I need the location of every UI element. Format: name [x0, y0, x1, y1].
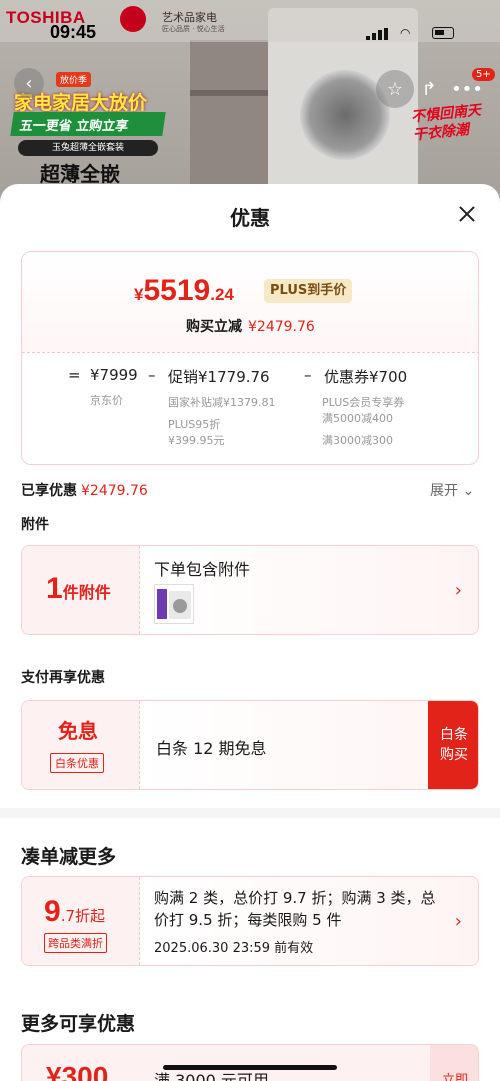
wifi-icon: ◠ — [400, 26, 411, 40]
jd-price: ¥7999 — [90, 366, 138, 384]
shop-logo — [120, 6, 146, 32]
dryer-thumbnail-image — [169, 591, 191, 619]
coupon-deduction: 优惠券¥700 — [324, 366, 407, 387]
enjoyed-amount: ¥2479.76 — [81, 483, 148, 499]
coupon-detail: PLUS会员专享券 — [322, 396, 405, 409]
promo-label: 促销 — [168, 368, 199, 386]
signal-icon — [366, 28, 390, 40]
discount-rate: 9.7折起 — [44, 895, 105, 929]
button-line: 购买 — [440, 747, 468, 763]
share-icon[interactable]: ↱ — [410, 70, 448, 108]
accessory-info: 下单包含附件 — [140, 546, 478, 634]
baitiao-tag: 白条优惠 — [50, 753, 104, 773]
discount-rule: 购满 2 类，总价打 9.7 折；购满 3 类，总价打 9.5 折；每类限购 5… — [154, 889, 436, 929]
coupon-detail: 满3000减300 — [322, 434, 393, 447]
home-indicator[interactable] — [163, 1065, 337, 1070]
enjoyed-label: 已享优惠 — [21, 483, 77, 499]
discount-number: 9 — [44, 895, 61, 928]
message-count-badge: 5+ — [472, 68, 495, 81]
shop-name: 艺术品家电 — [162, 11, 217, 24]
accessory-number: 1 — [46, 572, 63, 605]
accessory-section-title: 附件 — [21, 517, 49, 533]
promo-amount: ¥1779.76 — [198, 368, 270, 386]
final-price: ¥5519.24 — [134, 274, 234, 308]
close-icon[interactable] — [454, 202, 480, 228]
chevron-right-icon: › — [454, 911, 462, 932]
button-line: 白条 — [440, 727, 468, 743]
discount-unit: .7折起 — [60, 907, 105, 925]
battery-icon — [432, 27, 454, 39]
equals-sign: = — [68, 366, 81, 384]
promo-headline: 超薄全嵌 — [40, 162, 120, 186]
coupon-card: ¥300 满 3000 元可用 立即 — [21, 1044, 479, 1081]
shop-subtitle: 匠心品质 · 悦心生活 — [162, 25, 225, 33]
minus-sign: – — [304, 366, 312, 384]
discount-sheet: 优惠 ¥5519.24 PLUS到手价 购买立减 ¥2479.76 = ¥7999… — [0, 184, 500, 1081]
promo-deduction: 促销¥1779.76 — [168, 366, 270, 387]
interest-free-label: 免息 — [58, 719, 98, 743]
expand-label: 展开 — [430, 483, 458, 499]
bundle-section-title: 凑单减更多 — [21, 846, 117, 868]
promo-subtitle: 玉兔超薄全嵌套装 — [18, 140, 158, 156]
payment-section-title: 支付再享优惠 — [21, 670, 105, 686]
sticker-image — [157, 589, 167, 619]
back-arrow-icon[interactable]: ‹ — [14, 68, 44, 98]
coupon-detail: 满5000减400 — [322, 412, 393, 425]
divider — [22, 352, 478, 353]
accessory-unit: 件附件 — [62, 583, 111, 602]
reduce-label: 购买立减 — [186, 319, 242, 335]
discount-expiry: 2025.06.30 23:59 前有效 — [154, 941, 314, 956]
coupon-label: 优惠券 — [324, 368, 370, 386]
claim-coupon-button[interactable]: 立即 — [430, 1045, 478, 1081]
chevron-down-icon: ⌄ — [462, 483, 475, 499]
payment-text: 白条 12 期免息 — [156, 739, 267, 758]
chevron-right-icon: › — [454, 580, 462, 601]
instant-reduction: 购买立减 ¥2479.76 — [186, 316, 315, 336]
shelf-image — [190, 40, 270, 200]
baitiao-buy-button[interactable]: 白条 购买 — [428, 701, 478, 789]
price-top-area — [22, 252, 478, 352]
bundle-discount-card[interactable]: 9.7折起 跨品类满折 购满 2 类，总价打 9.7 折；购满 3 类，总价打 … — [21, 876, 479, 966]
payment-badge-panel: 免息 白条优惠 — [22, 701, 140, 789]
promo-badge: 放价季 — [56, 72, 92, 87]
accessory-card[interactable]: 1件附件 下单包含附件 › — [21, 545, 479, 635]
price-integer: 5519 — [143, 274, 211, 307]
jd-price-label: 京东价 — [90, 394, 123, 407]
coupon-amount: ¥700 — [369, 368, 408, 386]
promo-detail: ¥399.95元 — [168, 434, 225, 447]
promo-strip: 五一更省 立购立享 — [10, 112, 166, 136]
coupon-value: ¥300 — [46, 1061, 109, 1081]
plus-price-tag: PLUS到手价 — [264, 279, 353, 303]
section-divider — [0, 808, 500, 818]
price-summary-card: ¥5519.24 PLUS到手价 购买立减 ¥2479.76 = ¥7999 京东… — [21, 251, 479, 465]
more-section-title: 更多可享优惠 — [21, 1013, 136, 1035]
accessory-count: 1件附件 — [46, 572, 111, 606]
discount-info: 购满 2 类，总价打 9.7 折；购满 3 类，总价打 9.5 折；每类限购 5… — [140, 877, 478, 965]
promo-detail: PLUS95折 — [168, 418, 221, 431]
favorite-star-icon[interactable]: ☆ — [376, 70, 414, 108]
payment-card: 免息 白条优惠 白条 12 期免息 白条 购买 — [21, 700, 479, 790]
promo-detail: 国家补贴减¥1379.81 — [168, 396, 276, 409]
reduce-amount: ¥2479.76 — [248, 319, 315, 335]
accessory-title: 下单包含附件 — [154, 560, 251, 579]
expand-toggle[interactable]: 展开 ⌄ — [430, 480, 474, 500]
sheet-title: 优惠 — [230, 206, 270, 230]
accessory-count-panel: 1件附件 — [22, 546, 140, 634]
status-time: 09:45 — [50, 22, 97, 42]
price-decimal: .24 — [210, 285, 234, 304]
discount-rate-panel: 9.7折起 跨品类满折 — [22, 877, 140, 965]
accessory-thumbnail — [154, 584, 194, 624]
slogan: 不惧回南天 干衣除潮 — [410, 101, 483, 144]
minus-sign: – — [148, 366, 156, 384]
cross-category-tag: 跨品类满折 — [44, 933, 107, 953]
enjoyed-discount: 已享优惠 ¥2479.76 — [21, 480, 148, 500]
